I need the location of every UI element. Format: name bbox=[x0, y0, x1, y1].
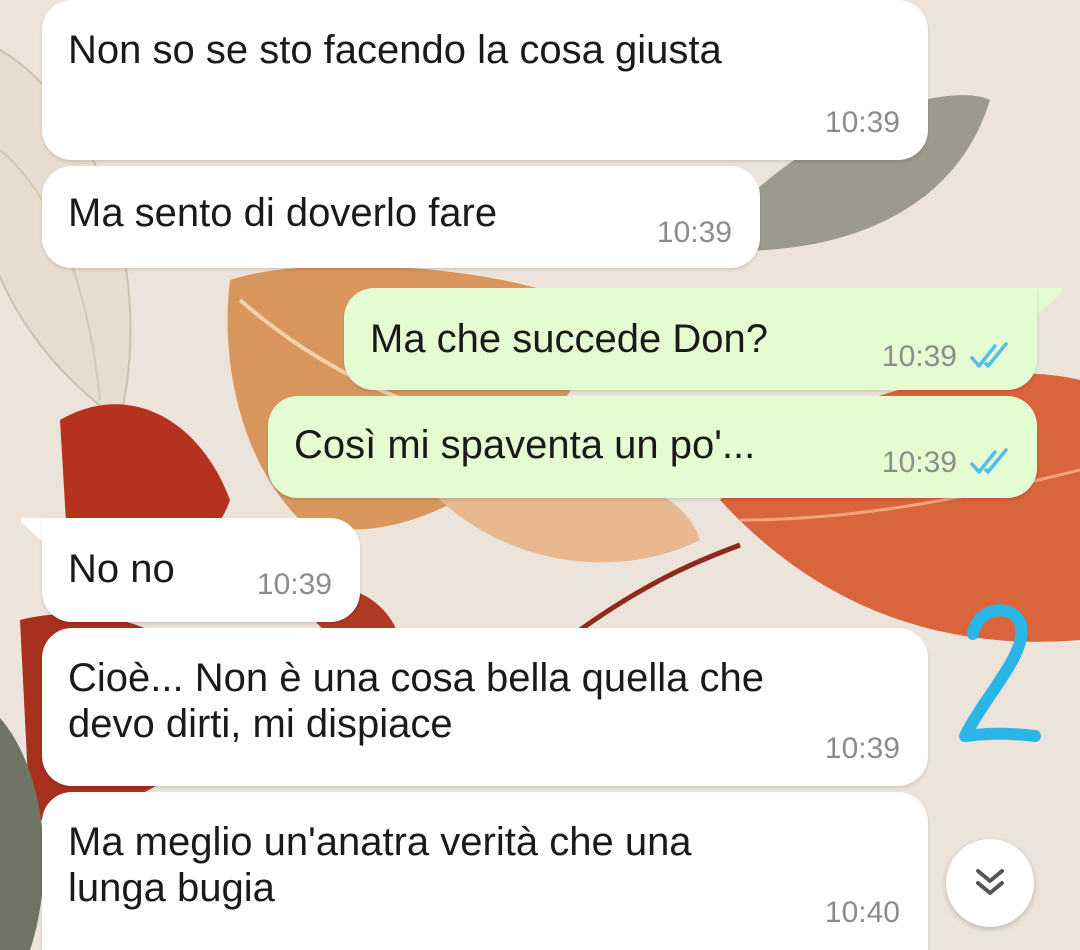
message-timestamp: 10:39 bbox=[256, 568, 332, 601]
message-timestamp: 10:39 bbox=[656, 216, 732, 249]
scroll-to-bottom-button[interactable] bbox=[946, 839, 1034, 927]
message-text: Cioè... Non è una cosa bella quella che … bbox=[68, 656, 765, 746]
read-double-check-icon bbox=[970, 448, 1008, 474]
message-timestamp: 10:40 bbox=[824, 896, 900, 929]
double-chevron-down-icon bbox=[976, 869, 1004, 895]
message-text: Ma meglio un'anatra verità che una lunga… bbox=[68, 820, 692, 910]
message-bubble-incoming[interactable]: Ma sento di doverlo fare 10:39 bbox=[42, 166, 760, 268]
message-text: Ma che succede Don? bbox=[370, 317, 769, 361]
message-text: Così mi spaventa un po'... bbox=[294, 423, 756, 467]
message-bubble-incoming[interactable]: Non so se sto facendo la cosa giusta 10:… bbox=[42, 0, 928, 160]
message-timestamp: 10:39 bbox=[824, 732, 900, 765]
message-text: Non so se sto facendo la cosa giusta bbox=[68, 28, 722, 72]
message-timestamp: 10:39 bbox=[881, 446, 957, 479]
message-text: Ma sento di doverlo fare bbox=[68, 191, 498, 235]
message-bubble-incoming[interactable]: Cioè... Non è una cosa bella quella che … bbox=[42, 628, 928, 786]
message-text: No no bbox=[68, 547, 175, 591]
message-timestamp: 10:39 bbox=[824, 106, 900, 139]
annotation-number: 2 bbox=[959, 604, 1041, 742]
message-bubble-incoming[interactable]: No no 10:39 bbox=[42, 518, 360, 622]
message-bubble-outgoing[interactable]: Ma che succede Don? 10:39 bbox=[344, 288, 1037, 390]
message-timestamp: 10:39 bbox=[881, 340, 957, 373]
message-bubble-outgoing[interactable]: Così mi spaventa un po'... 10:39 bbox=[268, 396, 1037, 498]
read-double-check-icon bbox=[970, 342, 1008, 368]
message-bubble-incoming[interactable]: Ma meglio un'anatra verità che una lunga… bbox=[42, 792, 928, 950]
